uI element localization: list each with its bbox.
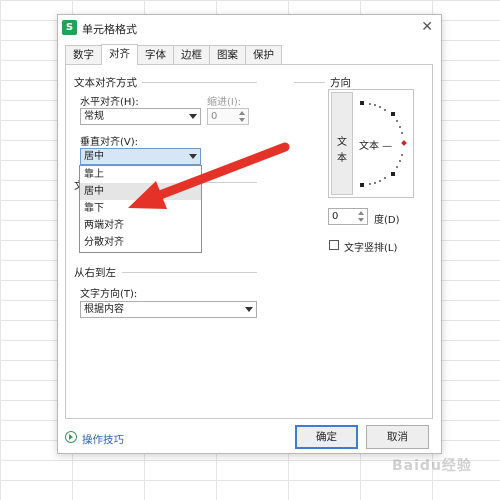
- degree-stepper[interactable]: 0: [328, 208, 368, 225]
- dial-pointer: [401, 140, 407, 146]
- tab-protection[interactable]: 保护: [245, 45, 282, 64]
- orientation-section-title: 方向: [330, 77, 351, 89]
- vertical-align-dropdown-list: 靠上 居中 靠下 两端对齐 分散对齐: [79, 165, 202, 253]
- horizontal-align-value: 常规: [84, 111, 104, 122]
- text-direction-select[interactable]: 根据内容: [80, 301, 257, 318]
- vertical-text-char-2: 本: [337, 153, 347, 164]
- tab-number[interactable]: 数字: [65, 45, 102, 64]
- vertical-align-value: 居中: [84, 151, 104, 162]
- play-circle-icon[interactable]: [65, 431, 77, 443]
- tab-bar: 数字 对齐 字体 边框 图案 保护: [65, 44, 282, 65]
- chevron-down-icon: [189, 154, 197, 159]
- degree-value: 0: [332, 211, 339, 222]
- indent-value: 0: [211, 111, 218, 122]
- ok-button[interactable]: 确定: [295, 425, 358, 449]
- tab-pattern[interactable]: 图案: [209, 45, 246, 64]
- orientation-text-label: 文本 —: [359, 141, 393, 152]
- vertical-text-button[interactable]: 文 本: [331, 92, 353, 195]
- text-direction-value: 根据内容: [84, 304, 124, 315]
- wps-app-icon: S: [62, 20, 77, 35]
- dial-mark-upper: [391, 112, 395, 116]
- dialog-title: 单元格格式: [82, 23, 137, 36]
- vertical-text-char-1: 文: [337, 137, 347, 148]
- tips-link[interactable]: 操作技巧: [82, 432, 124, 447]
- dropdown-option-bottom[interactable]: 靠下: [80, 200, 201, 217]
- dial-mark-top: [360, 101, 364, 105]
- indent-label: 缩进(I):: [207, 97, 242, 108]
- dropdown-option-justify[interactable]: 两端对齐: [80, 217, 201, 234]
- tab-border[interactable]: 边框: [173, 45, 210, 64]
- text-direction-label: 文字方向(T):: [80, 289, 138, 300]
- vertical-layout-label: 文字竖排(L): [344, 243, 398, 254]
- rtl-section-title: 从右到左: [74, 267, 116, 279]
- dial-mark-bottom: [360, 183, 364, 187]
- dropdown-option-distributed[interactable]: 分散对齐: [80, 234, 201, 251]
- watermark: Baidu经验: [392, 458, 472, 474]
- vertical-align-label: 垂直对齐(V):: [80, 137, 139, 148]
- dialog-titlebar: S 单元格格式 ✕: [58, 15, 441, 41]
- chevron-down-icon: [245, 307, 253, 312]
- vertical-layout-checkbox[interactable]: [329, 240, 339, 250]
- section-divider: [294, 82, 325, 83]
- horizontal-align-label: 水平对齐(H):: [80, 97, 139, 108]
- tab-font[interactable]: 字体: [137, 45, 174, 64]
- dropdown-option-top[interactable]: 靠上: [80, 166, 201, 183]
- cancel-button[interactable]: 取消: [366, 425, 429, 449]
- section-divider: [142, 82, 257, 83]
- stepper-arrows-icon: [238, 110, 247, 123]
- text-alignment-section-title: 文本对齐方式: [74, 77, 137, 89]
- indent-stepper[interactable]: 0: [207, 108, 249, 125]
- degree-label: 度(D): [374, 215, 400, 226]
- stepper-arrows-icon: [357, 210, 366, 223]
- horizontal-align-select[interactable]: 常规: [80, 108, 201, 125]
- chevron-down-icon: [189, 114, 197, 119]
- dial-mark-lower: [391, 172, 395, 176]
- orientation-box: 文 本 文本 —: [328, 89, 414, 198]
- section-divider: [204, 182, 257, 183]
- close-icon[interactable]: ✕: [421, 19, 433, 35]
- dropdown-option-center[interactable]: 居中: [80, 183, 201, 200]
- vertical-align-select[interactable]: 居中: [80, 148, 201, 165]
- section-divider: [122, 272, 257, 273]
- tab-alignment[interactable]: 对齐: [101, 44, 138, 65]
